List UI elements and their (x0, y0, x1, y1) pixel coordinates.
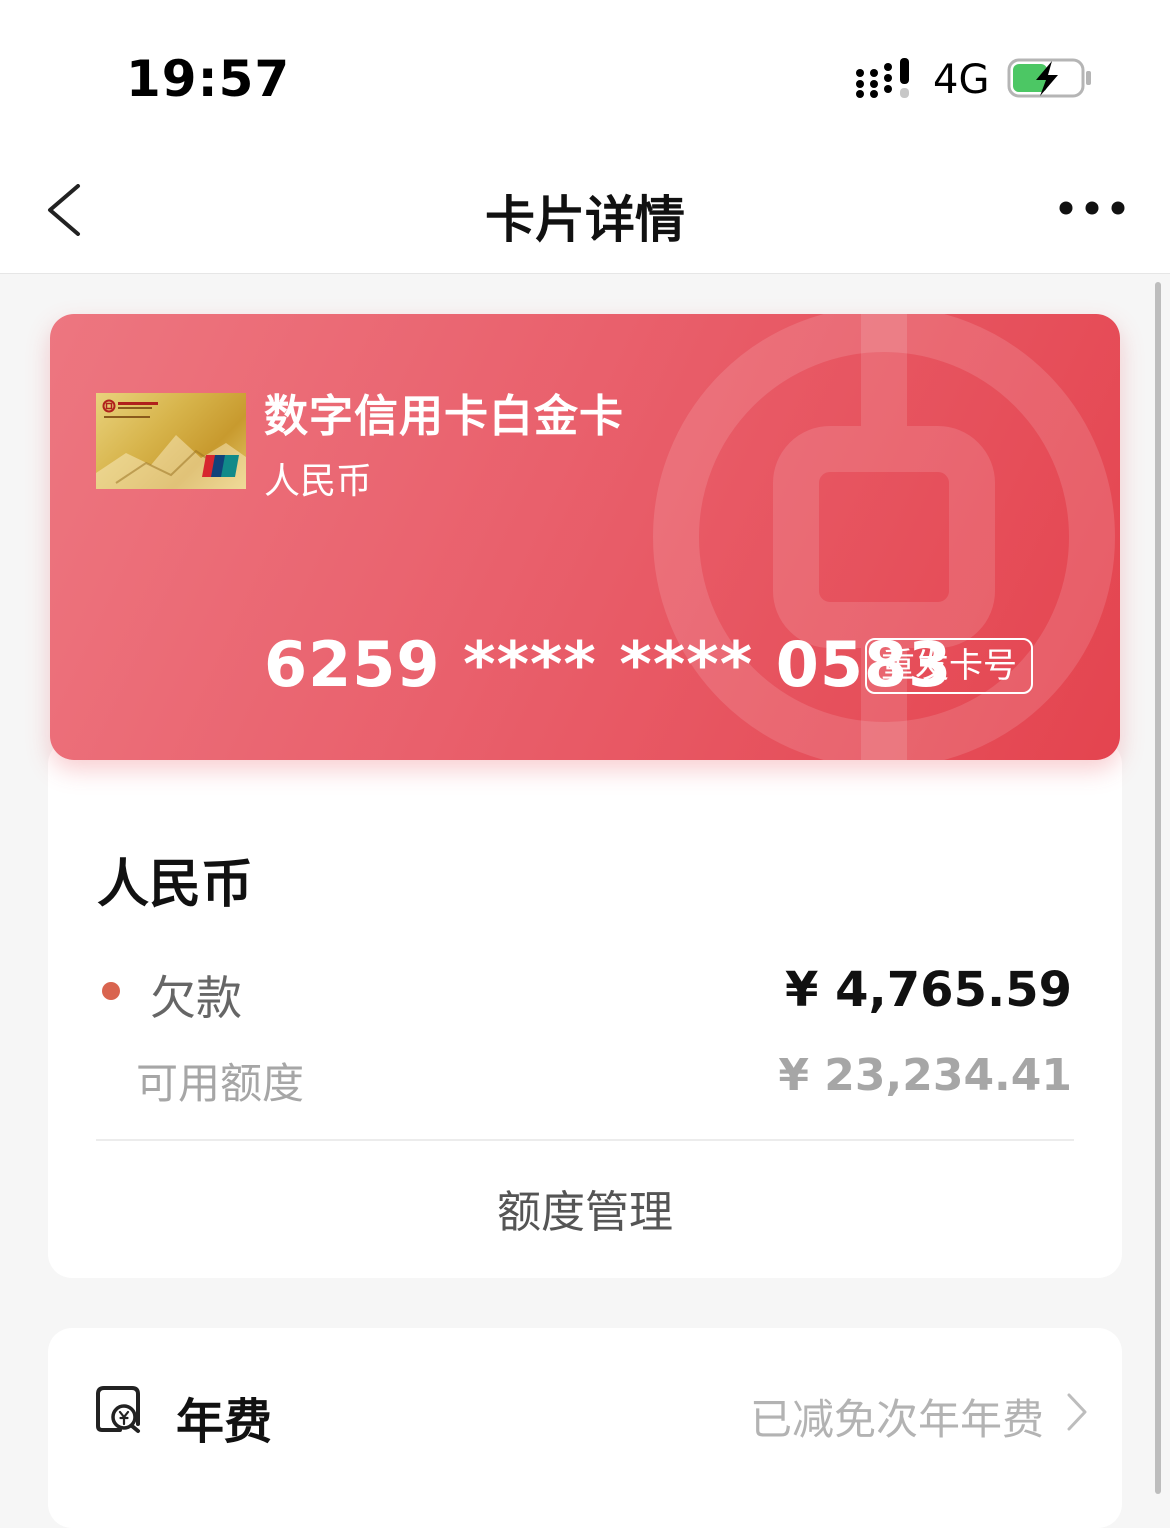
debt-label: 欠款 (150, 971, 242, 1025)
card-thumbnail (96, 393, 246, 489)
available-limit-amount: ¥ 23,234.41 (778, 1050, 1072, 1101)
currency-section-title: 人民币 (97, 855, 254, 915)
scrollbar[interactable] (1155, 282, 1161, 1494)
annual-fee-label: 年费 (176, 1394, 273, 1450)
signal-bars-icon (855, 58, 915, 102)
unionpay-logo-icon (202, 453, 240, 483)
limit-management-button[interactable]: 额度管理 (96, 1176, 1074, 1240)
card-number: 6259 **** **** 0583 (264, 628, 953, 701)
network-label: 4G (933, 57, 990, 103)
page-title: 卡片详情 (485, 191, 685, 249)
card-name: 数字信用卡白金卡 (264, 391, 624, 442)
annual-fee-status: 已减免次年年费 (749, 1395, 1044, 1444)
divider (96, 1139, 1074, 1141)
chevron-right-icon[interactable] (1066, 1392, 1088, 1436)
available-limit-label: 可用额度 (136, 1059, 305, 1108)
status-time: 19:57 (126, 50, 291, 108)
card-currency: 人民币 (264, 461, 373, 502)
more-dots-icon[interactable] (1058, 200, 1126, 220)
reissue-card-number-button[interactable]: 重发卡号 (865, 638, 1033, 694)
debt-amount: ¥ 4,765.59 (785, 962, 1072, 1018)
status-bar: 19:57 4G (0, 0, 1170, 150)
nav-bar: 卡片详情 (0, 150, 1170, 274)
credit-card[interactable]: 数字信用卡白金卡 人民币 6259 **** **** 0583 重发卡号 (50, 314, 1120, 760)
fee-document-icon (92, 1384, 142, 1438)
battery-charging-icon (1006, 58, 1094, 102)
debt-indicator-dot (102, 982, 120, 1000)
